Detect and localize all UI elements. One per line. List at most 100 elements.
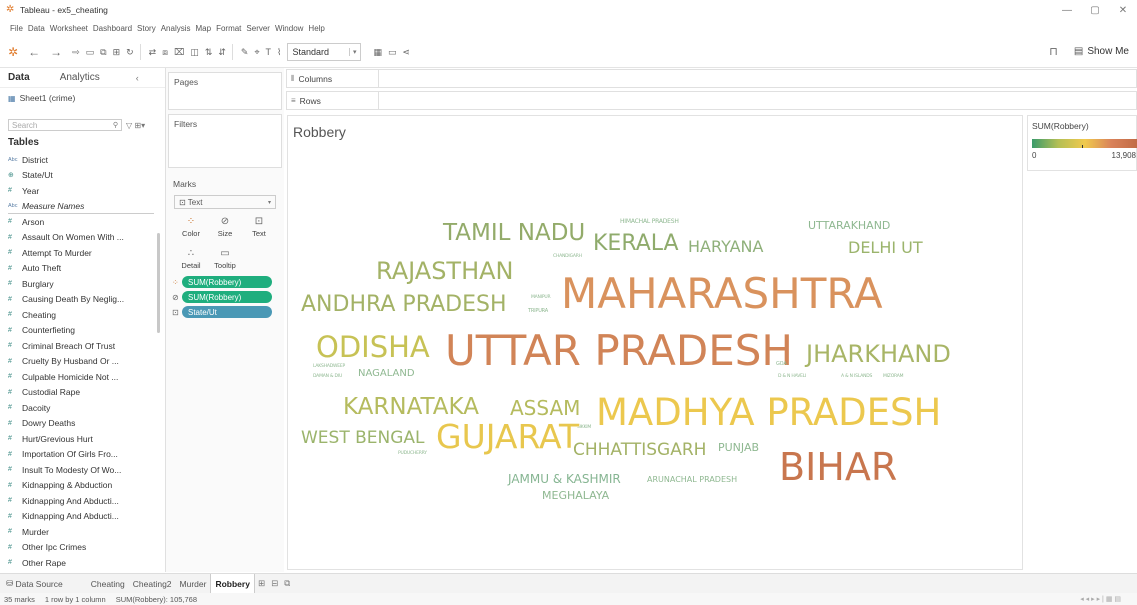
size-pill[interactable]: SUM(Robbery) xyxy=(182,291,272,303)
share-icon[interactable]: ⋖ xyxy=(402,45,410,59)
field-item[interactable]: # Year xyxy=(8,183,154,199)
word-cloud-label[interactable]: JAMMU & KASHMIR xyxy=(508,473,621,485)
field-item[interactable]: # Attempt To Murder xyxy=(8,245,154,261)
word-cloud-label[interactable]: ANDHRA PRADESH xyxy=(301,294,507,316)
field-item[interactable]: # Importation Of Girls Fro... xyxy=(8,447,154,463)
field-item[interactable]: # Arson xyxy=(8,214,154,230)
color-legend[interactable]: SUM(Robbery) 0 13,908 xyxy=(1027,115,1137,171)
filter-icon[interactable]: ▽ ⊞▾ xyxy=(126,121,145,130)
word-cloud-label[interactable]: ODISHA xyxy=(316,333,430,362)
new-worksheet-icon[interactable]: ⊞ xyxy=(255,574,268,594)
word-cloud-label[interactable]: HIMACHAL PRADESH xyxy=(620,219,679,225)
field-item[interactable]: # Dacoity xyxy=(8,400,154,416)
presentation-icon[interactable]: ▭ xyxy=(388,45,397,59)
word-cloud-label[interactable]: PUNJAB xyxy=(718,442,759,453)
menu-server[interactable]: Server xyxy=(246,24,270,33)
word-cloud-label[interactable]: KERALA xyxy=(593,233,679,255)
word-cloud-label[interactable]: UTTARAKHAND xyxy=(808,220,890,231)
tableau-home-icon[interactable]: ✲ xyxy=(8,45,18,59)
new-worksheet-icon[interactable]: ⊞ xyxy=(113,45,121,59)
field-item[interactable]: Abc District xyxy=(8,152,154,168)
label-icon[interactable]: T xyxy=(266,45,272,59)
close-icon[interactable]: ✕ xyxy=(1109,5,1137,16)
field-item[interactable]: # Cheating xyxy=(8,307,154,323)
show-me-button[interactable]: Show Me xyxy=(1087,46,1129,57)
minimize-icon[interactable]: — xyxy=(1053,5,1081,16)
field-item[interactable]: # Custodial Rape xyxy=(8,385,154,401)
field-item[interactable]: # Kidnapping & Abduction xyxy=(8,478,154,494)
swap-icon[interactable]: ⇄ xyxy=(149,45,157,59)
size-button[interactable]: ⊘ Size xyxy=(208,213,242,241)
field-item[interactable]: # Other Ipc Crimes xyxy=(8,540,154,556)
word-cloud-label[interactable]: NAGALAND xyxy=(358,369,415,379)
word-cloud-label[interactable]: TAMIL NADU xyxy=(443,222,585,245)
duplicate-icon[interactable]: ⧈ xyxy=(162,45,168,59)
menu-window[interactable]: Window xyxy=(275,24,303,33)
show-cards-icon[interactable]: ▦ xyxy=(373,45,382,59)
data-source-tab[interactable]: ⛁ Data Source xyxy=(0,574,67,594)
collapse-pane-icon[interactable]: ‹ xyxy=(136,73,139,83)
word-cloud-label[interactable]: JHARKHAND xyxy=(806,342,951,366)
word-cloud-label[interactable]: MEGHALAYA xyxy=(542,490,609,501)
field-item[interactable]: # Assault On Women With ... xyxy=(8,230,154,246)
field-item[interactable]: ⊕ State/Ut xyxy=(8,168,154,184)
menu-dashboard[interactable]: Dashboard xyxy=(93,24,132,33)
rows-shelf[interactable]: ≡ Rows xyxy=(286,91,1137,110)
sheet-tab-murder[interactable]: Murder xyxy=(176,574,211,594)
word-cloud-label[interactable]: CHHATTISGARH xyxy=(573,442,706,459)
detail-button[interactable]: ∴ Detail xyxy=(174,245,208,273)
word-cloud-label[interactable]: GUJARAT xyxy=(436,420,579,453)
field-item[interactable]: # Other Rape xyxy=(8,555,154,571)
forward-icon[interactable]: → xyxy=(50,45,62,59)
word-cloud-label[interactable]: A & N ISLANDS xyxy=(841,374,872,380)
color-button[interactable]: ⁘ Color xyxy=(174,213,208,241)
word-cloud-label[interactable]: BIHAR xyxy=(779,448,897,486)
field-item[interactable]: Abc Measure Names xyxy=(8,199,154,214)
field-item[interactable]: # Kidnapping And Abducti... xyxy=(8,509,154,525)
word-cloud-label[interactable]: ASSAM xyxy=(510,398,580,418)
pin-icon[interactable]: ⌖ xyxy=(254,45,259,59)
field-item[interactable]: # Criminal Breach Of Trust xyxy=(8,338,154,354)
clear-sheet-icon[interactable]: ⌧ xyxy=(174,45,184,59)
pages-card[interactable]: Pages xyxy=(168,72,282,110)
tooltip-icon[interactable]: ⊓ xyxy=(1049,45,1058,58)
sheet-tab-cheating[interactable]: Cheating xyxy=(87,574,129,594)
word-cloud-label[interactable]: UTTAR PRADESH xyxy=(445,330,793,372)
sheet-tab-robbery[interactable]: Robbery xyxy=(210,573,255,594)
menu-worksheet[interactable]: Worksheet xyxy=(50,24,88,33)
new-datasource-icon[interactable]: ⧉ xyxy=(100,45,106,59)
word-cloud-label[interactable]: ARUNACHAL PRADESH xyxy=(647,476,737,484)
data-source-item[interactable]: ▦ Sheet1 (crime) xyxy=(0,88,165,108)
word-cloud-label[interactable]: MADHYA PRADESH xyxy=(596,394,941,431)
word-cloud-label[interactable]: CHANDIGARH xyxy=(553,254,582,260)
field-item[interactable]: # Dowry Deaths xyxy=(8,416,154,432)
sort-ascending-icon[interactable]: ⇅ xyxy=(205,45,213,59)
sort-descending-icon[interactable]: ⇵ xyxy=(218,45,226,59)
status-nav-icons[interactable]: ◂ ◂ ▸ ▸ | ▦ ▤ xyxy=(1080,595,1121,603)
filters-card[interactable]: Filters xyxy=(168,114,282,168)
back-icon[interactable]: ← xyxy=(28,45,40,59)
field-item[interactable]: # Causing Death By Neglig... xyxy=(8,292,154,308)
fit-select[interactable]: Standard ▾ xyxy=(287,42,362,61)
field-item[interactable]: # Kidnapping And Abducti... xyxy=(8,493,154,509)
word-cloud-label[interactable]: WEST BENGAL xyxy=(301,430,425,447)
word-cloud-label[interactable]: D & N HAVELI xyxy=(778,374,806,380)
new-dashboard-icon[interactable]: ⊟ xyxy=(268,574,281,594)
word-cloud-label[interactable]: TRIPURA xyxy=(528,309,548,314)
field-item[interactable]: # Burglary xyxy=(8,276,154,292)
menu-map[interactable]: Map xyxy=(196,24,212,33)
mark-type-select[interactable]: ⊡ Text ▾ xyxy=(174,195,276,209)
group-icon[interactable]: ◫ xyxy=(190,45,199,59)
new-story-icon[interactable]: ⧉ xyxy=(281,574,293,594)
tooltip-button[interactable]: ▭ Tooltip xyxy=(208,245,242,273)
field-list-scrollbar[interactable] xyxy=(157,233,160,333)
field-item[interactable]: # Counterfieting xyxy=(8,323,154,339)
field-item[interactable]: # Culpable Homicide Not ... xyxy=(8,369,154,385)
menu-story[interactable]: Story xyxy=(137,24,156,33)
menu-analysis[interactable]: Analysis xyxy=(161,24,191,33)
sheet-tab-cheating2[interactable]: Cheating2 xyxy=(129,574,176,594)
refresh-icon[interactable]: ↻ xyxy=(126,45,134,59)
columns-shelf[interactable]: ⦀ Columns xyxy=(286,69,1137,88)
highlight-icon[interactable]: ✎ xyxy=(241,45,249,59)
text-pill[interactable]: State/Ut xyxy=(182,306,272,318)
